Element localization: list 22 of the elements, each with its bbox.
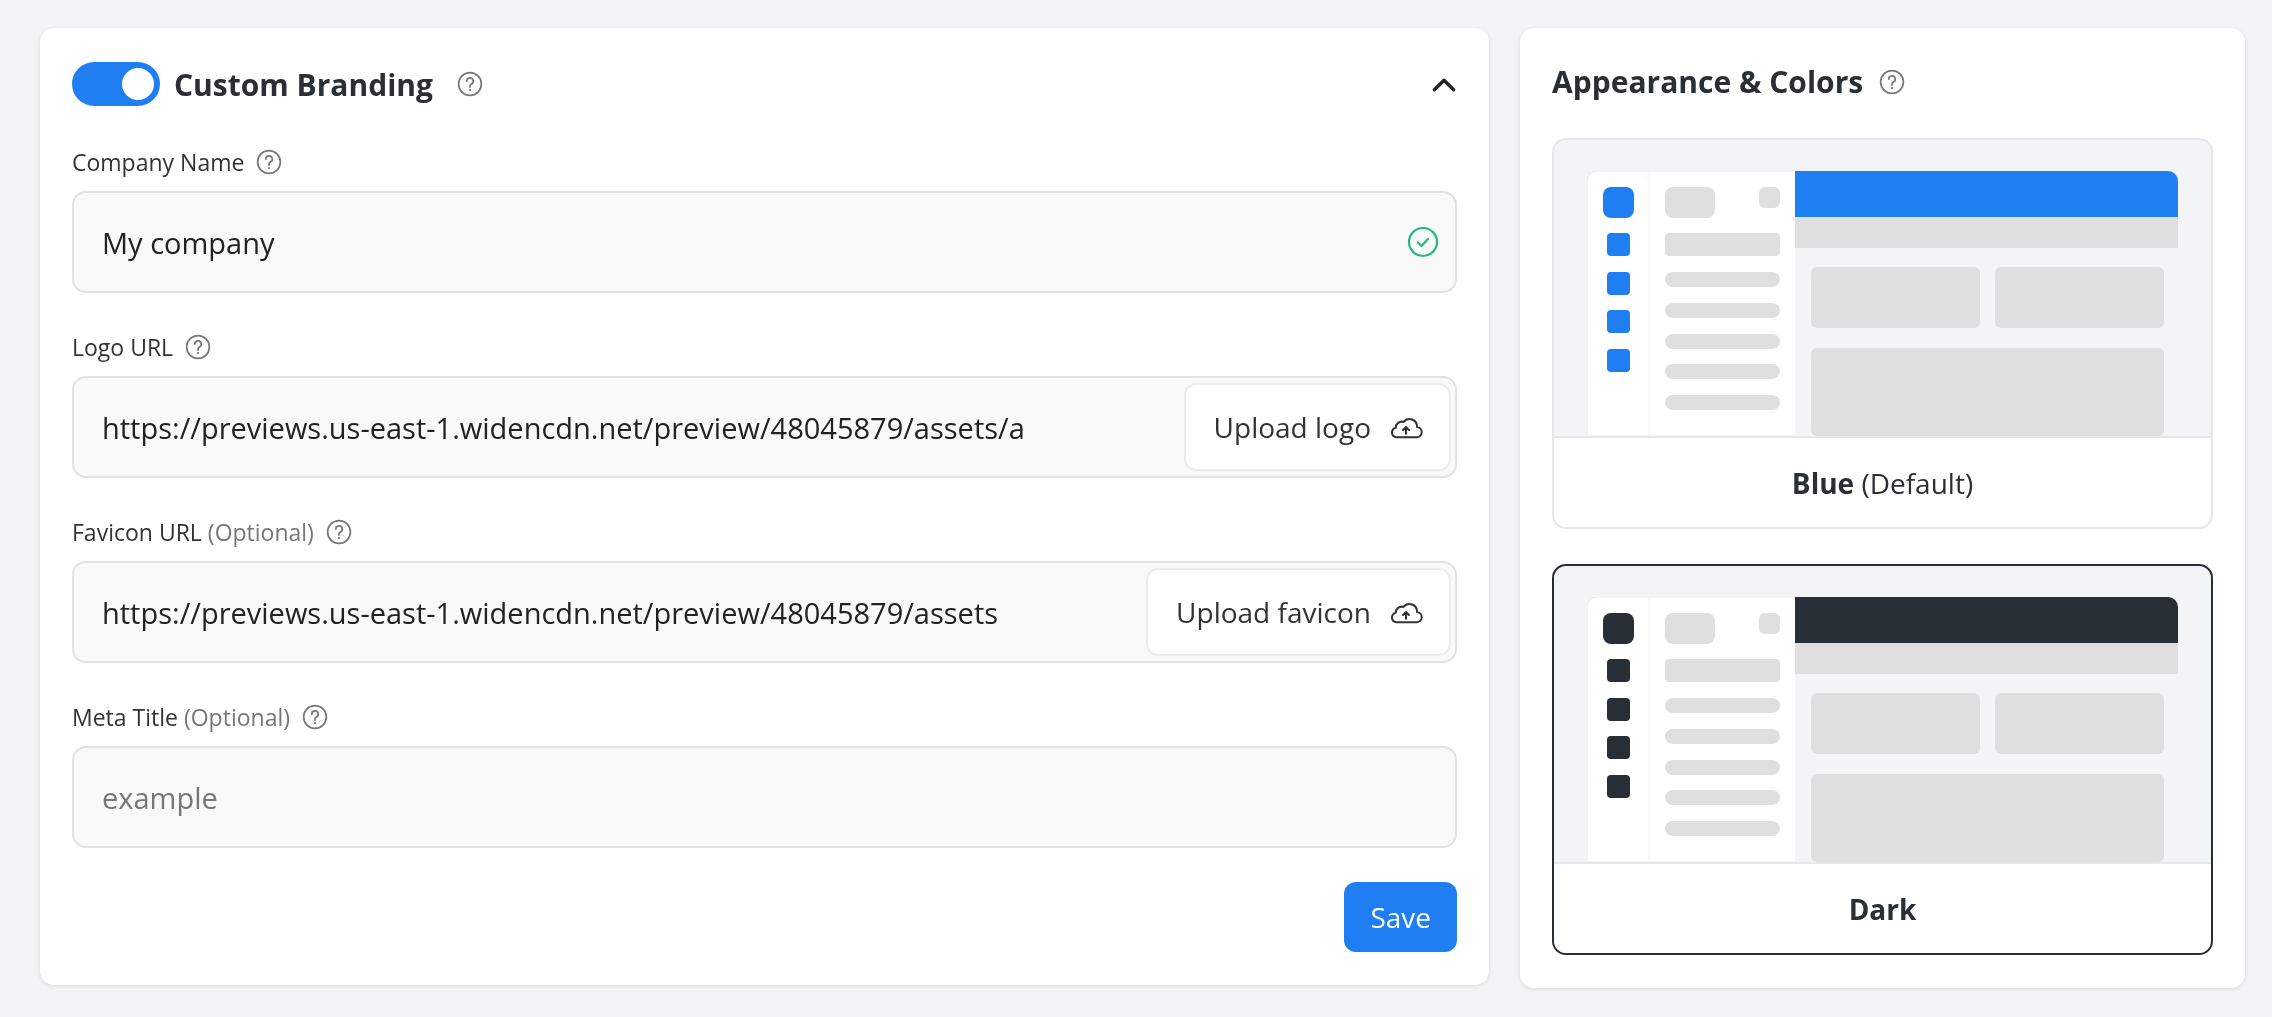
text-field[interactable]: example <box>72 746 1457 848</box>
help-icon[interactable] <box>256 149 283 175</box>
help-icon[interactable] <box>1879 68 1906 95</box>
help-icon[interactable] <box>325 519 352 545</box>
save-button[interactable]: Save <box>1344 882 1457 952</box>
theme-label: Blue (Default) <box>1791 463 1974 502</box>
section-title: Appearance & Colors <box>1552 61 1864 102</box>
help-icon[interactable] <box>185 334 212 360</box>
text-field[interactable]: My company <box>72 191 1457 293</box>
upload-button[interactable]: Upload favicon <box>1146 568 1451 656</box>
field-label: Favicon URL (Optional) <box>72 516 314 548</box>
help-icon[interactable] <box>302 704 328 730</box>
section-title: Custom Branding <box>174 63 433 105</box>
field-label: Meta Title (Optional) <box>72 701 290 733</box>
theme-option[interactable]: Dark <box>1552 564 2213 955</box>
theme-label: Dark <box>1848 889 1917 928</box>
theme-option[interactable]: Blue (Default) <box>1552 138 2213 529</box>
field-label: Logo URL <box>72 331 174 363</box>
field-label: Company Name <box>72 146 245 178</box>
help-icon[interactable] <box>457 71 483 97</box>
upload-button[interactable]: Upload logo <box>1183 383 1451 471</box>
toggle-switch[interactable] <box>72 62 160 106</box>
